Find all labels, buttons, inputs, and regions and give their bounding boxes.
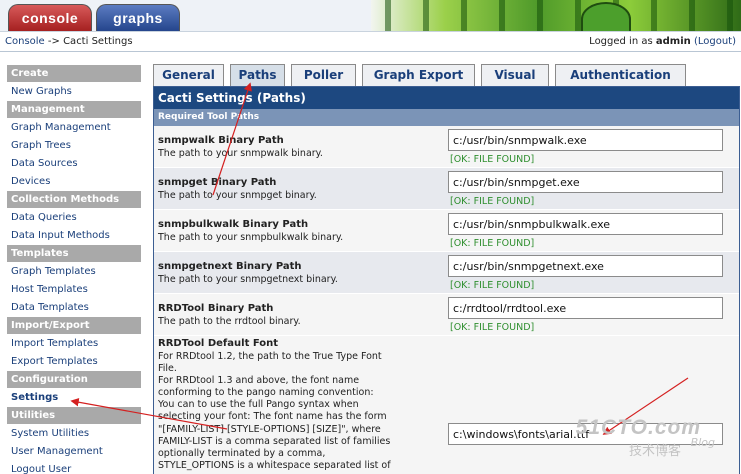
path-input[interactable] xyxy=(448,129,723,151)
sidebar-item-data-queries[interactable]: Data Queries xyxy=(7,209,141,227)
tab-general[interactable]: General xyxy=(153,64,224,86)
setting-title: RRDTool Default Font xyxy=(158,338,279,349)
sidebar-item-host-templates[interactable]: Host Templates xyxy=(7,281,141,299)
panel-title: Cacti Settings (Paths) xyxy=(154,87,739,109)
sidebar-item-graph-templates[interactable]: Graph Templates xyxy=(7,263,141,281)
sidebar-item-devices[interactable]: Devices xyxy=(7,173,141,191)
setting-title: snmpwalk Binary Path xyxy=(158,135,284,146)
sidebar-item-user-management[interactable]: User Management xyxy=(7,443,141,461)
tab-poller[interactable]: Poller xyxy=(291,64,356,86)
sidebar-item-settings[interactable]: Settings xyxy=(7,389,141,407)
graphs-tab[interactable]: graphs xyxy=(96,4,180,31)
setting-description: The path to your snmpbulkwalk binary. xyxy=(158,232,344,243)
sidebar-item-graph-trees[interactable]: Graph Trees xyxy=(7,137,141,155)
setting-title: snmpget Binary Path xyxy=(158,177,277,188)
sidebar-item-graph-management[interactable]: Graph Management xyxy=(7,119,141,137)
login-status: Logged in as admin (Logout) xyxy=(589,36,736,47)
tab-authentication[interactable]: Authentication xyxy=(555,64,686,86)
file-found-status: [OK: FILE FOUND] xyxy=(450,280,535,291)
breadcrumb: Console -> Cacti Settings xyxy=(5,36,133,47)
setting-title: snmpgetnext Binary Path xyxy=(158,261,302,272)
tab-paths[interactable]: Paths xyxy=(230,64,285,86)
watermark-blog: Blog xyxy=(690,436,715,449)
setting-title: snmpbulkwalk Binary Path xyxy=(158,219,309,230)
sidebar-item-import-templates[interactable]: Import Templates xyxy=(7,335,141,353)
sidebar-item-export-templates[interactable]: Export Templates xyxy=(7,353,141,371)
breadcrumb-separator: -> xyxy=(47,36,60,47)
setting-title: RRDTool Binary Path xyxy=(158,303,274,314)
sidebar-item-data-input-methods[interactable]: Data Input Methods xyxy=(7,227,141,245)
sidebar-menu: Create New Graphs Management Graph Manageme… xyxy=(7,65,141,474)
login-prefix: Logged in as xyxy=(589,36,653,47)
setting-description: For RRDtool 1.2, the path to the True Ty… xyxy=(158,351,391,471)
setting-description: The path to the rrdtool binary. xyxy=(158,316,301,327)
sidebar-heading-templates: Templates xyxy=(7,245,141,263)
setting-row: snmpwalk Binary Path The path to your snm… xyxy=(154,126,739,168)
panel-section-header: Required Tool Paths xyxy=(154,109,739,126)
sidebar-heading-import-export: Import/Export xyxy=(7,317,141,335)
path-input[interactable] xyxy=(448,171,723,193)
file-found-status: [OK: FILE FOUND] xyxy=(450,322,535,333)
sidebar-heading-management: Management xyxy=(7,101,141,119)
settings-rows: snmpwalk Binary Path The path to your snm… xyxy=(154,126,739,336)
tab-graph-export[interactable]: Graph Export xyxy=(362,64,475,86)
setting-row: snmpgetnext Binary Path The path to your … xyxy=(154,252,739,294)
login-username: admin xyxy=(655,36,691,47)
sidebar-item-system-utilities[interactable]: System Utilities xyxy=(7,425,141,443)
file-found-status: [OK: FILE FOUND] xyxy=(450,196,535,207)
path-input[interactable] xyxy=(448,213,723,235)
path-input[interactable] xyxy=(448,297,723,319)
setting-description: The path to your snmpget binary. xyxy=(158,190,317,201)
setting-description: The path to your snmpgetnext binary. xyxy=(158,274,338,285)
console-tab[interactable]: console xyxy=(8,4,92,31)
tab-visual[interactable]: Visual xyxy=(481,64,549,86)
top-nav-bar: console graphs xyxy=(0,0,741,32)
sidebar-heading-create: Create xyxy=(7,65,141,83)
sidebar-heading-collection-methods: Collection Methods xyxy=(7,191,141,209)
path-input[interactable] xyxy=(448,255,723,277)
settings-tab-bar: General Paths Poller Graph Export Visual Auth… xyxy=(153,64,741,86)
watermark-brand: 51CTO.com xyxy=(575,416,701,439)
cactus-banner-art xyxy=(371,0,741,31)
setting-row: snmpget Binary Path The path to your snmp… xyxy=(154,168,739,210)
sidebar-item-data-sources[interactable]: Data Sources xyxy=(7,155,141,173)
setting-description: The path to your snmpwalk binary. xyxy=(158,148,323,159)
breadcrumb-current: Cacti Settings xyxy=(63,36,133,47)
sidebar-item-data-templates[interactable]: Data Templates xyxy=(7,299,141,317)
setting-row: snmpbulkwalk Binary Path The path to your… xyxy=(154,210,739,252)
sidebar-item-logout-user[interactable]: Logout User xyxy=(7,461,141,474)
logout-link[interactable]: (Logout) xyxy=(694,36,736,47)
setting-row: RRDTool Binary Path The path to the rrdto… xyxy=(154,294,739,336)
sidebar-heading-utilities: Utilities xyxy=(7,407,141,425)
file-found-status: [OK: FILE FOUND] xyxy=(450,238,535,249)
site-watermark: 51CTO.com 技术博客 Blog xyxy=(569,416,729,462)
breadcrumb-bar: Console -> Cacti Settings Logged in as a… xyxy=(0,33,741,52)
file-found-status: [OK: FILE FOUND] xyxy=(450,154,535,165)
breadcrumb-console-link[interactable]: Console xyxy=(5,36,45,47)
sidebar-heading-configuration: Configuration xyxy=(7,371,141,389)
sidebar-item-new-graphs[interactable]: New Graphs xyxy=(7,83,141,101)
watermark-subtitle: 技术博客 xyxy=(628,444,681,459)
